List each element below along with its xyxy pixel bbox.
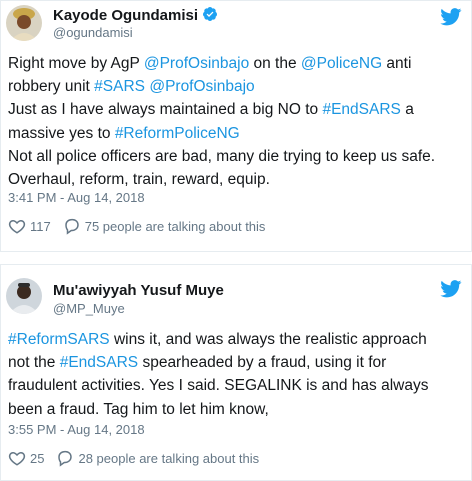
- tweet-text: #ReformSARS wins it, and was always the …: [8, 328, 428, 421]
- mention-link[interactable]: @PoliceNG: [301, 55, 382, 72]
- tweet-text-line: robbery unit #SARS @ProfOsinbajo: [8, 75, 435, 98]
- hashtag-link[interactable]: #EndSARS: [322, 101, 400, 118]
- hashtag-link[interactable]: #SARS: [94, 78, 145, 95]
- author-name[interactable]: Mu'awiyyah Yusuf Muye: [53, 282, 224, 300]
- tweet-text-segment: Overhaul, reform, train, reward, equip.: [8, 171, 270, 189]
- talking-about-link[interactable]: 75 people are talking about this: [85, 219, 266, 234]
- avatar[interactable]: [6, 5, 42, 41]
- tweet-text-segment: Just as I have always maintained a big N…: [8, 101, 323, 119]
- tweet-text-line: massive yes to #ReformPoliceNG: [8, 122, 435, 145]
- tweet-text-line: fraudulent activities. Yes I said. SEGAL…: [8, 374, 428, 397]
- tweet-text-segment: wins it, and was always the realistic ap…: [109, 331, 427, 348]
- tweet-text-segment: not the: [8, 354, 60, 372]
- timestamp-link[interactable]: 3:41 PM - Aug 14, 2018: [8, 190, 145, 206]
- tweet-text-line: Just as I have always maintained a big N…: [8, 98, 435, 121]
- tweet-text-segment: fraudulent activities. Yes I said. SEGAL…: [8, 377, 429, 395]
- tweet-text-line: Overhaul, reform, train, reward, equip.: [8, 168, 435, 191]
- tweet-text-line: been a fraud. Tag him to let him know,: [8, 398, 428, 421]
- author-name-text[interactable]: Kayode Ogundamisi: [53, 7, 198, 24]
- twitter-bird-icon[interactable]: [440, 8, 462, 26]
- tweet-text-line: Right move by AgP @ProfOsinbajo on the @…: [8, 52, 435, 75]
- avatar[interactable]: [6, 278, 42, 314]
- tweet-text-segment: Not all police officers are bad, many di…: [8, 147, 436, 165]
- heart-icon[interactable]: [8, 217, 26, 235]
- verified-badge-icon: [203, 7, 218, 21]
- tweet-text-line: not the #EndSARS spearheaded by a fraud,…: [8, 351, 428, 374]
- tweet-text-segment: robbery unit: [8, 78, 95, 96]
- like-count[interactable]: 25: [30, 451, 44, 466]
- author-handle[interactable]: @MP_Muye: [53, 301, 125, 317]
- reply-bubble-icon[interactable]: [56, 449, 74, 467]
- tweet-text-segment: a: [400, 101, 414, 119]
- author-name[interactable]: Kayode Ogundamisi: [53, 6, 218, 25]
- hashtag-link[interactable]: #ReformPoliceNG: [115, 125, 240, 142]
- tweet-text-segment: Right move by AgP: [8, 55, 144, 72]
- tweet-text-line: Not all police officers are bad, many di…: [8, 145, 435, 168]
- mention-link[interactable]: @ProfOsinbajo: [149, 78, 254, 95]
- tweet-text-segment: massive yes to: [8, 124, 115, 142]
- tweet-text-segment: on the: [249, 55, 301, 72]
- tweet-actions: 117 75 people are talking about this: [8, 215, 265, 237]
- hashtag-link[interactable]: #EndSARS: [60, 354, 138, 371]
- tweet-text: Right move by AgP @ProfOsinbajo on the @…: [8, 52, 435, 191]
- tweet-text-line: #ReformSARS wins it, and was always the …: [8, 328, 428, 351]
- tweet-actions: 25 28 people are talking about this: [8, 447, 259, 469]
- reply-bubble-icon[interactable]: [63, 217, 81, 235]
- heart-icon[interactable]: [8, 449, 26, 467]
- tweet-text-segment: been a fraud. Tag him to let him know,: [8, 400, 269, 418]
- talking-about-link[interactable]: 28 people are talking about this: [78, 451, 259, 466]
- twitter-bird-icon[interactable]: [440, 280, 462, 298]
- like-count[interactable]: 117: [30, 219, 51, 234]
- author-handle[interactable]: @ogundamisi: [53, 25, 133, 41]
- hashtag-link[interactable]: #ReformSARS: [8, 331, 110, 348]
- mention-link[interactable]: @ProfOsinbajo: [144, 55, 249, 72]
- timestamp-link[interactable]: 3:55 PM - Aug 14, 2018: [8, 422, 145, 438]
- tweet-text-segment: anti: [382, 55, 412, 72]
- tweet-text-segment: spearheaded by a fraud, using it for: [138, 354, 387, 372]
